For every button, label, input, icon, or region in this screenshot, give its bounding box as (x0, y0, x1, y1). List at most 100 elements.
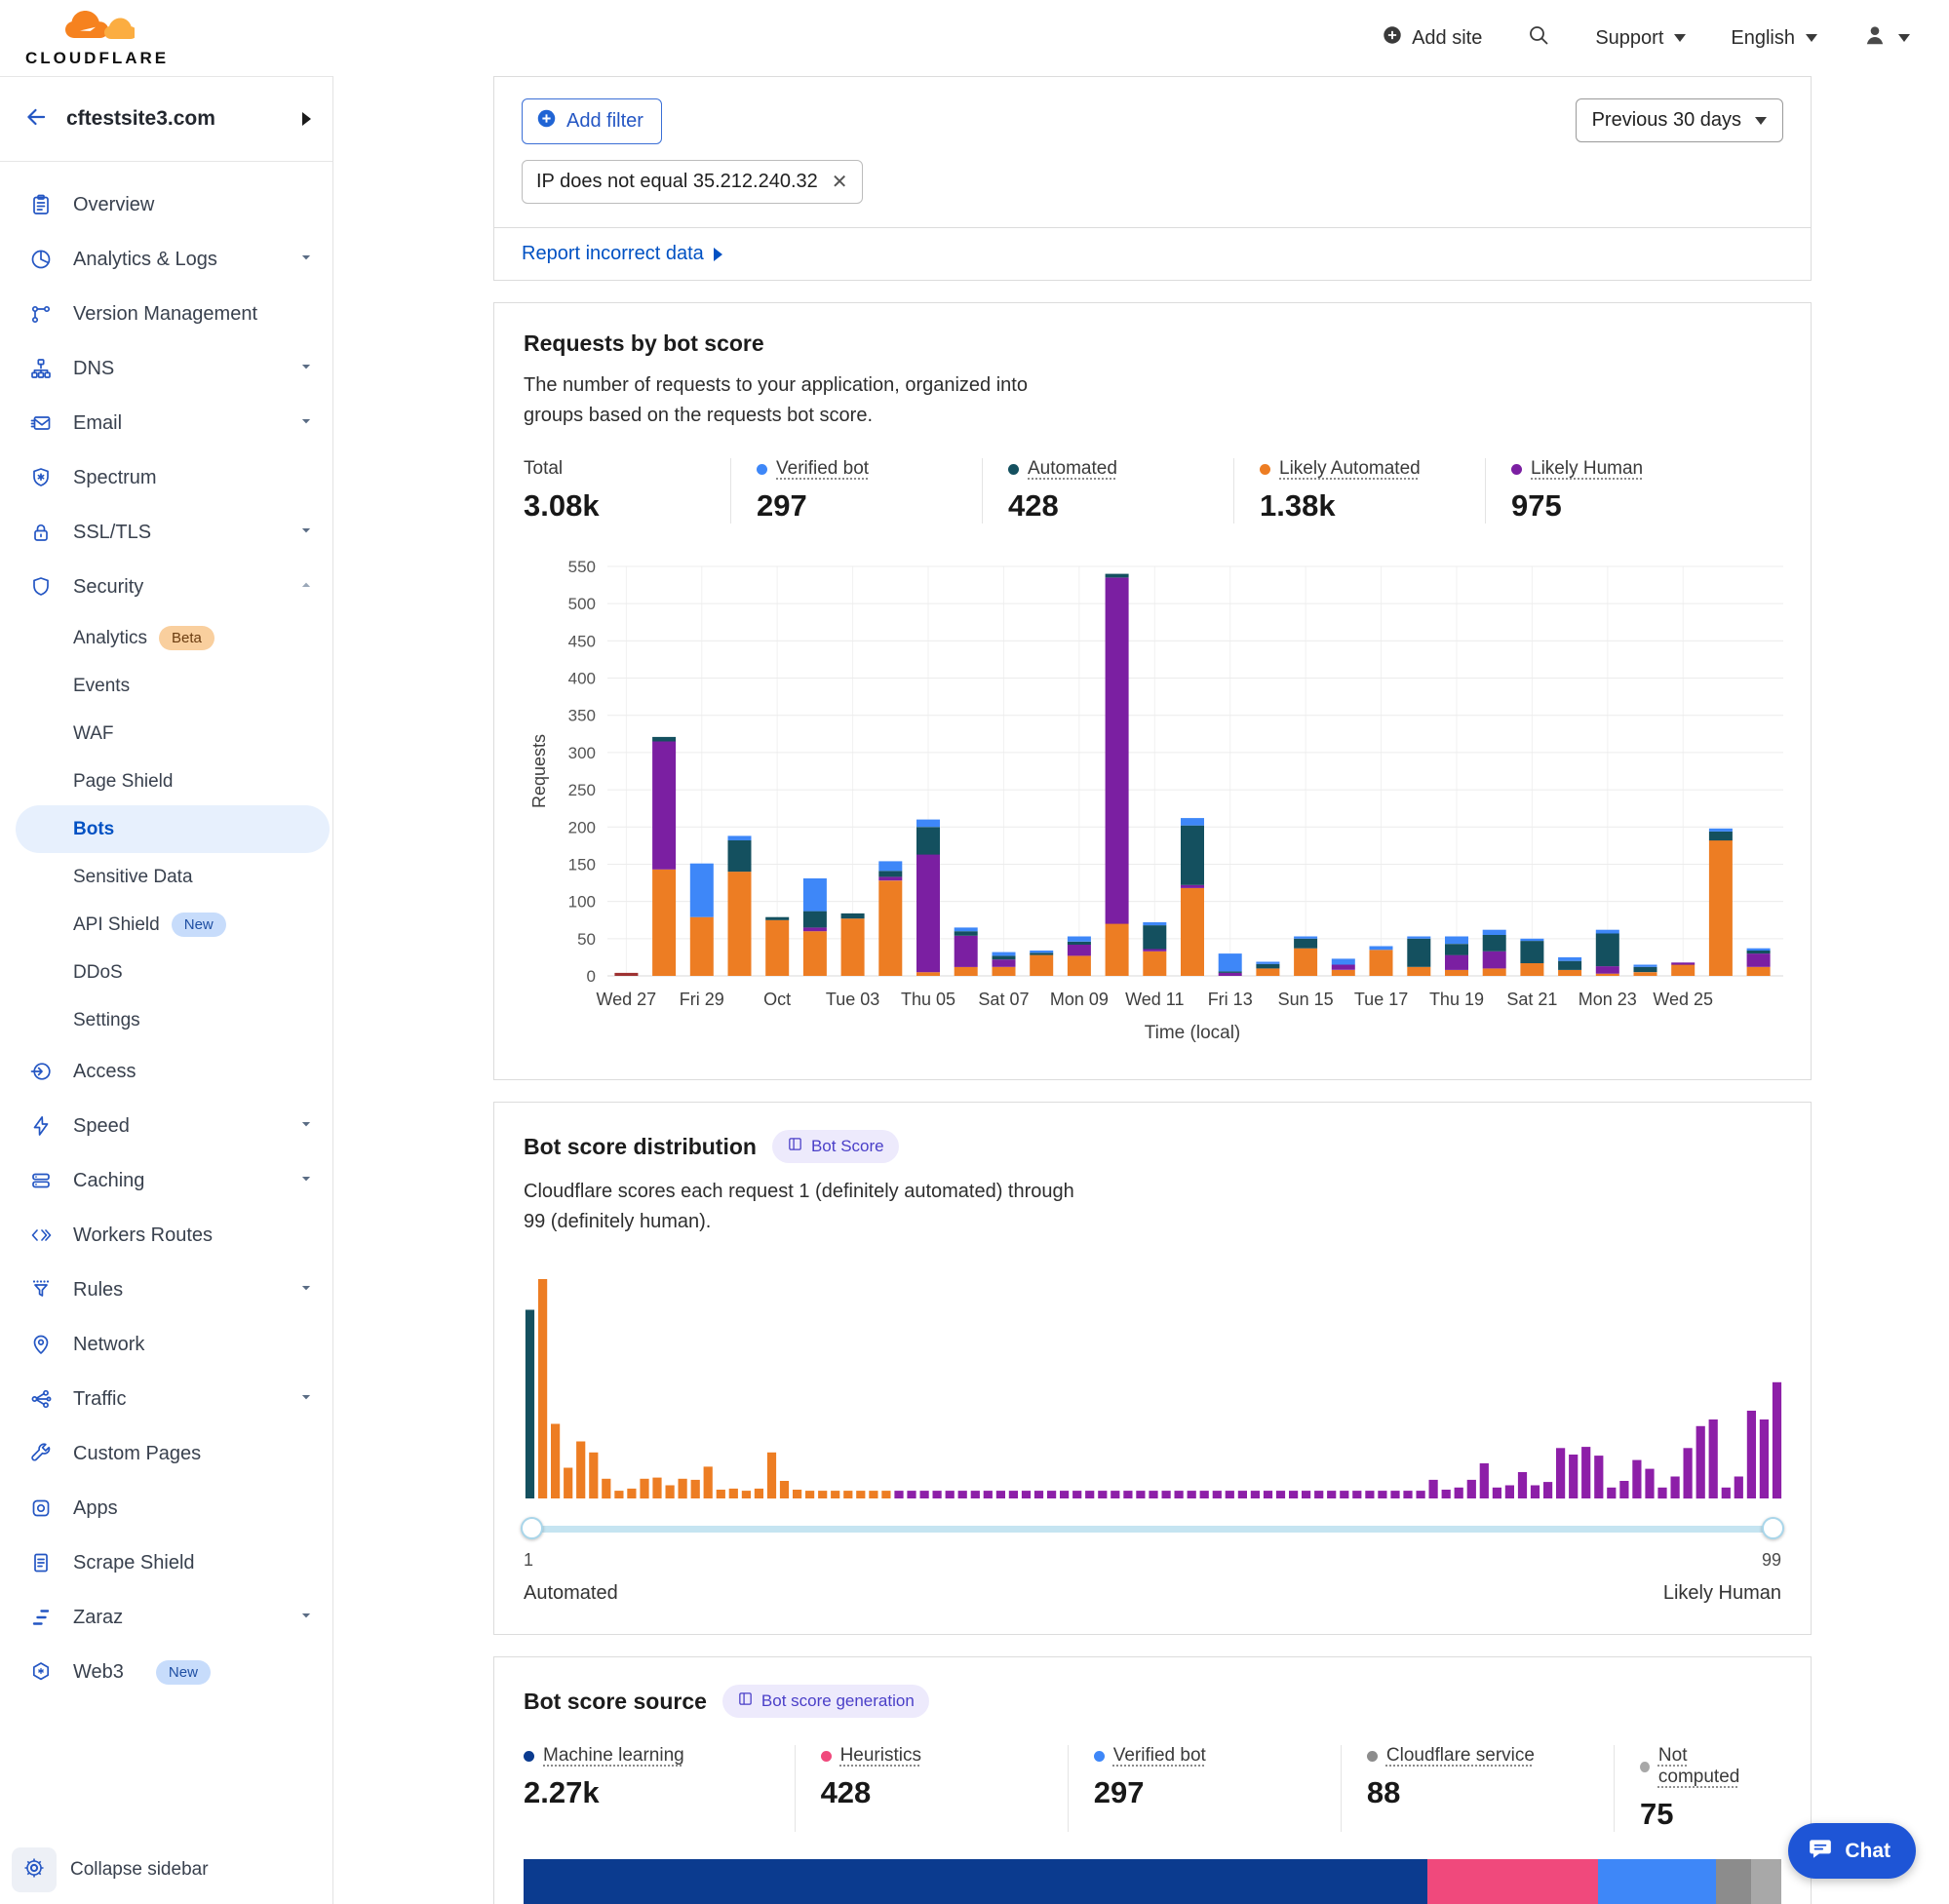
sidebar-subitem-waf[interactable]: WAF (0, 710, 332, 758)
settings-gear-button[interactable] (12, 1847, 57, 1892)
source-stats-row: Machine learning2.27kHeuristics428Verifi… (524, 1745, 1781, 1832)
sidebar-item-apps[interactable]: Apps (0, 1481, 332, 1535)
sidebar-item-overview[interactable]: Overview (0, 177, 332, 232)
stat-value: 297 (1094, 1775, 1321, 1810)
back-arrow-icon[interactable] (23, 104, 49, 135)
bolt-icon (29, 1114, 53, 1138)
chevron-down-icon (299, 1117, 313, 1136)
stat-value: 428 (1008, 488, 1214, 524)
bot-score-badge[interactable]: Bot Score (772, 1130, 899, 1163)
account-menu[interactable] (1862, 22, 1910, 54)
legend-dot-icon (524, 1751, 534, 1762)
source-segment-cloudflare-service (1716, 1859, 1751, 1904)
remove-filter-icon[interactable]: ✕ (832, 173, 848, 192)
sidebar-item-access[interactable]: Access (0, 1044, 332, 1099)
source-segment-heuristics (1427, 1859, 1598, 1904)
sidebar-item-speed[interactable]: Speed (0, 1099, 332, 1153)
sidebar-item-network[interactable]: Network (0, 1317, 332, 1372)
chevron-down-icon (299, 1609, 313, 1627)
svg-text:Tue 17: Tue 17 (1354, 990, 1408, 1009)
sidebar-subitem-events[interactable]: Events (0, 662, 332, 710)
sidebar-item-zaraz[interactable]: Zaraz (0, 1590, 332, 1645)
bot-score-generation-badge[interactable]: Bot score generation (722, 1685, 929, 1718)
chat-button[interactable]: Chat (1788, 1823, 1916, 1879)
sidebar-subitem-page-shield[interactable]: Page Shield (0, 758, 332, 805)
chevron-down-icon (299, 251, 313, 269)
report-incorrect-data-link[interactable]: Report incorrect data (522, 243, 722, 265)
svg-text:Mon 09: Mon 09 (1050, 990, 1109, 1009)
sidebar-nav: OverviewAnalytics & LogsVersion Manageme… (0, 162, 332, 1699)
legend-dot-icon (1367, 1751, 1378, 1762)
requests-stacked-bar-chart: 050100150200250300350400450500550Wed 27F… (524, 553, 1781, 1050)
web3-icon (29, 1660, 53, 1684)
search-button[interactable] (1527, 23, 1550, 53)
svg-text:Tue 03: Tue 03 (826, 990, 879, 1009)
chevron-down-icon (1674, 34, 1686, 42)
section-title: Bot score source (524, 1689, 707, 1715)
slider-max-label: Likely Human (1663, 1582, 1781, 1605)
sidebar-item-traffic[interactable]: Traffic (0, 1372, 332, 1426)
svg-text:Thu 05: Thu 05 (901, 990, 955, 1009)
legend-dot-icon (821, 1751, 832, 1762)
site-name[interactable]: cftestsite3.com (66, 107, 215, 131)
sidebar-subitem-sensitive-data[interactable]: Sensitive Data (0, 853, 332, 901)
plus-circle-icon (536, 108, 557, 135)
filter-chip[interactable]: IP does not equal 35.212.240.32 ✕ (522, 160, 863, 204)
sidebar-item-dns[interactable]: DNS (0, 341, 332, 396)
cloudflare-dashboard: CLOUDFLARE Add site Support English (0, 0, 1949, 1904)
svg-text:250: 250 (568, 781, 596, 799)
collapse-sidebar-button[interactable]: Collapse sidebar (12, 1847, 209, 1892)
site-expand-icon[interactable] (302, 112, 311, 126)
svg-text:400: 400 (568, 670, 596, 688)
sidebar-item-scrape-shield[interactable]: Scrape Shield (0, 1535, 332, 1590)
slider-handle-min[interactable] (521, 1517, 543, 1539)
sidebar-item-ssl-tls[interactable]: SSL/TLS (0, 505, 332, 560)
bot-score-histogram (524, 1266, 1781, 1505)
sidebar-item-email[interactable]: Email (0, 396, 332, 450)
sidebar-subitem-api-shield[interactable]: API ShieldNew (0, 901, 332, 949)
sidebar-item-spectrum[interactable]: Spectrum (0, 450, 332, 505)
funnel-icon (29, 1278, 53, 1302)
sidebar-item-analytics-logs[interactable]: Analytics & Logs (0, 232, 332, 287)
stat-likely-human: Likely Human975 (1485, 458, 1736, 524)
filter-card: Add filter Previous 30 days IP does not … (493, 76, 1812, 227)
requests-stats-row: Total3.08kVerified bot297Automated428Lik… (524, 458, 1781, 524)
support-menu[interactable]: Support (1595, 27, 1686, 50)
stat-verified-bot: Verified bot297 (730, 458, 982, 524)
svg-text:350: 350 (568, 707, 596, 725)
sidebar-subitem-ddos[interactable]: DDoS (0, 949, 332, 996)
plus-circle-icon (1382, 24, 1403, 52)
sidebar-item-version-management[interactable]: Version Management (0, 287, 332, 341)
svg-text:0: 0 (587, 967, 596, 986)
svg-text:Wed 27: Wed 27 (596, 990, 656, 1009)
add-filter-button[interactable]: Add filter (522, 98, 662, 144)
slider-handle-max[interactable] (1762, 1517, 1784, 1539)
svg-text:300: 300 (568, 744, 596, 762)
sidebar-subitem-bots[interactable]: Bots (16, 805, 330, 853)
requests-by-bot-score-card: Requests by bot score The number of requ… (493, 302, 1812, 1080)
sidebar-item-caching[interactable]: Caching (0, 1153, 332, 1208)
sidebar-item-web3[interactable]: Web3New (0, 1645, 332, 1699)
sidebar-subitem-settings[interactable]: Settings (0, 996, 332, 1044)
legend-dot-icon (1008, 464, 1019, 475)
chat-icon (1808, 1836, 1833, 1867)
slider-track[interactable] (524, 1526, 1781, 1533)
section-description: Cloudflare scores each request 1 (defini… (524, 1177, 1074, 1237)
sidebar-item-security[interactable]: Security (0, 560, 332, 614)
language-menu[interactable]: English (1731, 27, 1817, 50)
stat-value: 1.38k (1260, 488, 1465, 524)
sidebar-item-workers-routes[interactable]: Workers Routes (0, 1208, 332, 1263)
zaraz-icon (29, 1606, 53, 1629)
stat-verified-bot: Verified bot297 (1068, 1745, 1341, 1832)
date-range-dropdown[interactable]: Previous 30 days (1576, 98, 1783, 142)
shield-star-icon (29, 466, 53, 489)
sidebar-item-custom-pages[interactable]: Custom Pages (0, 1426, 332, 1481)
svg-text:450: 450 (568, 632, 596, 650)
sidebar-subitem-analytics[interactable]: AnalyticsBeta (0, 614, 332, 662)
add-site-button[interactable]: Add site (1382, 24, 1482, 52)
sidebar-item-rules[interactable]: Rules (0, 1263, 332, 1317)
stat-value: 297 (757, 488, 962, 524)
stat-value: 2.27k (524, 1775, 775, 1810)
chevron-down-icon (299, 1390, 313, 1409)
cloudflare-logo[interactable]: CLOUDFLARE (25, 9, 169, 68)
